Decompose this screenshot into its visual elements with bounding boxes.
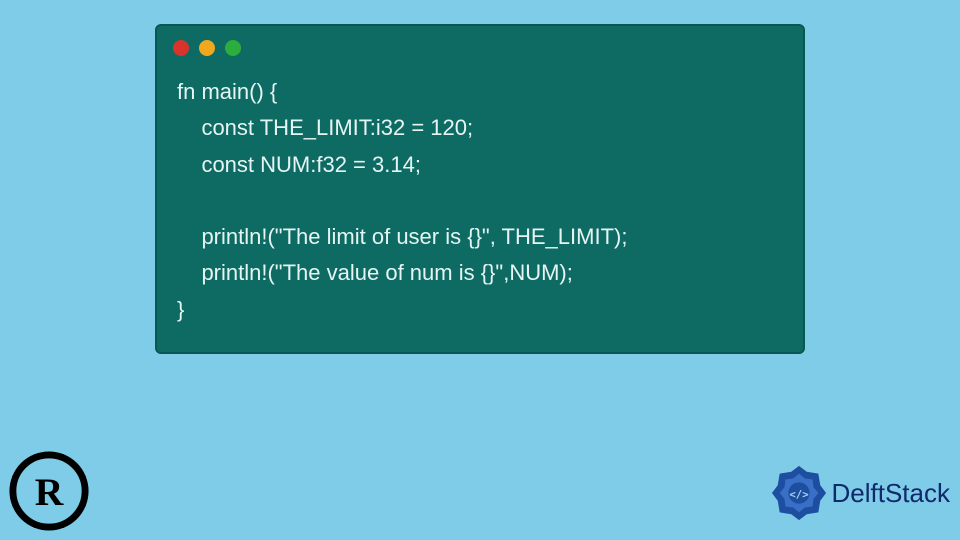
minimize-dot-icon bbox=[199, 40, 215, 56]
svg-text:R: R bbox=[35, 470, 64, 514]
code-window: fn main() { const THE_LIMIT:i32 = 120; c… bbox=[155, 24, 805, 354]
window-controls bbox=[157, 26, 803, 64]
rust-logo-icon: R bbox=[6, 448, 92, 534]
maximize-dot-icon bbox=[225, 40, 241, 56]
close-dot-icon bbox=[173, 40, 189, 56]
svg-text:</>: </> bbox=[789, 488, 808, 501]
code-block: fn main() { const THE_LIMIT:i32 = 120; c… bbox=[157, 64, 803, 332]
delftstack-logo: </> DelftStack bbox=[770, 464, 951, 522]
delftstack-badge-icon: </> bbox=[770, 464, 828, 522]
delftstack-brand-text: DelftStack bbox=[832, 478, 951, 509]
